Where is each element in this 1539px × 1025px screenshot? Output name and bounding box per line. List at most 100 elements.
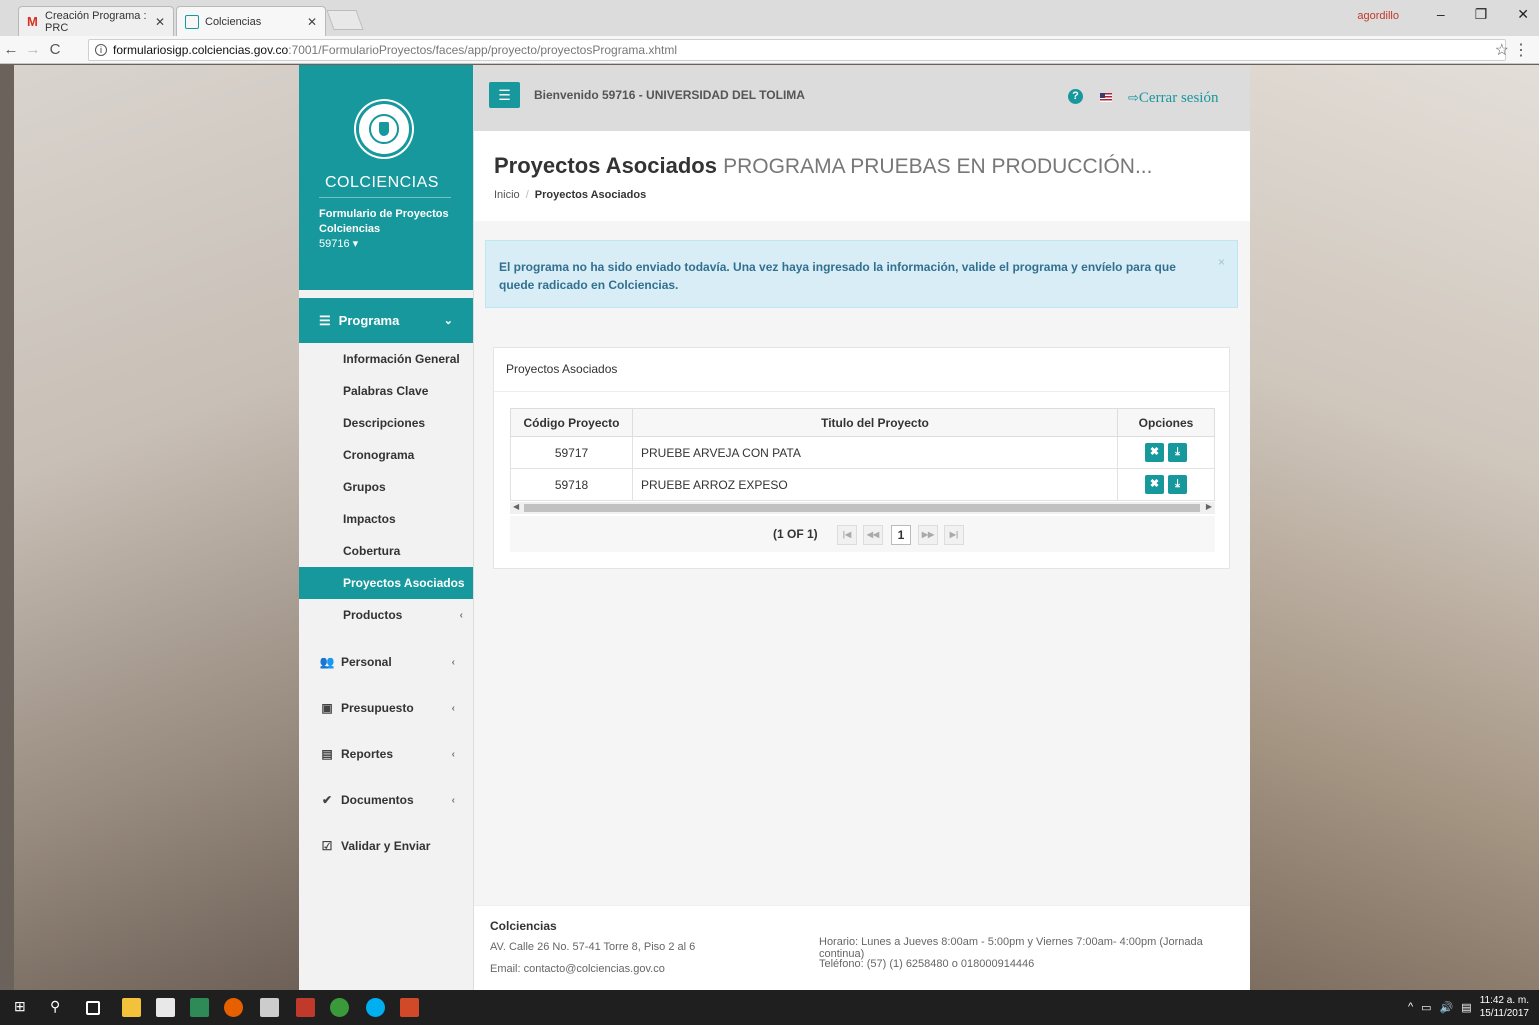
- task-view-icon[interactable]: [86, 1001, 100, 1015]
- sidebar-group-reportes[interactable]: ▤ Reportes ‹: [299, 731, 473, 777]
- next-page-icon[interactable]: ▶▶: [918, 525, 938, 545]
- browser-menu-icon[interactable]: ⋮: [1513, 40, 1529, 60]
- chevron-left-icon: ‹: [451, 656, 455, 668]
- forward-icon[interactable]: →: [22, 41, 44, 58]
- windows-start-icon[interactable]: ⊞: [14, 998, 33, 1017]
- tray-chevron-icon[interactable]: ^: [1408, 1001, 1413, 1013]
- footer-phone: Teléfono: (57) (1) 6258480 o 01800091444…: [819, 958, 1035, 970]
- user-info: Formulario de Proyectos Colciencias 5971…: [319, 207, 449, 252]
- sidebar-menu: ☰ Programa ⌄ Información General Palabra…: [299, 290, 473, 869]
- page-number-button[interactable]: 1: [891, 525, 911, 545]
- first-page-icon[interactable]: |◀: [837, 525, 857, 545]
- horizontal-scrollbar[interactable]: ◀ ▶: [510, 502, 1215, 514]
- page-title-main: Proyectos Asociados: [494, 153, 717, 178]
- sidebar-item-productos[interactable]: Productos ‹: [299, 599, 473, 631]
- powerpoint-icon[interactable]: [400, 998, 419, 1017]
- clock[interactable]: 11:42 a. m. 15/11/2017: [1480, 994, 1529, 1020]
- brand-name: COLCIENCIAS: [325, 174, 439, 191]
- cell-title: PRUEBE ARROZ EXPESO: [632, 468, 1118, 501]
- chevron-left-icon: ‹: [451, 748, 455, 760]
- chrome-icon[interactable]: [330, 998, 349, 1017]
- table-row: 59718 PRUEBE ARROZ EXPESO ✖ ⤓: [510, 468, 1215, 501]
- calculator-icon[interactable]: [260, 998, 279, 1017]
- close-icon[interactable]: ✕: [155, 15, 165, 29]
- minimize-icon[interactable]: –: [1437, 6, 1445, 23]
- scrollbar-thumb[interactable]: [524, 504, 1200, 512]
- url-input[interactable]: i formulariosigp.colciencias.gov.co :700…: [88, 39, 1506, 61]
- reload-icon[interactable]: C: [44, 41, 66, 58]
- background-photo-right: [1250, 65, 1539, 990]
- scroll-right-icon[interactable]: ▶: [1206, 502, 1212, 511]
- firefox-icon[interactable]: [224, 998, 243, 1017]
- excel-icon[interactable]: [190, 998, 209, 1017]
- url-host: formulariosigp.colciencias.gov.co: [113, 43, 289, 57]
- clock-date: 15/11/2017: [1479, 1008, 1529, 1019]
- sidebar-section-programa[interactable]: ☰ Programa ⌄: [299, 298, 473, 343]
- sidebar-group-documentos[interactable]: ✔ Documentos ‹: [299, 777, 473, 823]
- alert-close-button[interactable]: ×: [1218, 253, 1225, 271]
- sidebar-item-impactos[interactable]: Impactos: [299, 503, 473, 535]
- breadcrumb-home[interactable]: Inicio: [494, 189, 520, 201]
- back-icon[interactable]: ←: [0, 41, 22, 58]
- sidebar-item-cobertura[interactable]: Cobertura: [299, 535, 473, 567]
- footer: Colciencias AV. Calle 26 No. 57-41 Torre…: [474, 905, 1250, 990]
- url-path: :7001/FormularioProyectos/faces/app/proy…: [288, 43, 678, 57]
- browser-tab-strip: M Creación Programa : PRC ✕ Colciencias …: [0, 0, 1539, 36]
- download-button[interactable]: ⤓: [1168, 443, 1187, 462]
- sidebar-item-cronograma[interactable]: Cronograma: [299, 439, 473, 471]
- sidebar-item-proyectos-asociados[interactable]: Proyectos Asociados: [299, 567, 473, 599]
- chevron-left-icon: ‹: [451, 702, 455, 714]
- search-icon[interactable]: ⚲: [50, 998, 69, 1017]
- breadcrumb-current: Proyectos Asociados: [534, 189, 647, 201]
- section-label: Programa: [338, 313, 400, 328]
- download-button[interactable]: ⤓: [1168, 475, 1187, 494]
- hamburger-menu-button[interactable]: ☰: [489, 82, 520, 108]
- info-icon[interactable]: i: [95, 44, 107, 56]
- store-icon[interactable]: [156, 998, 175, 1017]
- group-label: Validar y Enviar: [341, 839, 431, 853]
- sidebar-group-presupuesto[interactable]: ▣ Presupuesto ‹: [299, 685, 473, 731]
- sidebar-group-personal[interactable]: 👥 Personal ‹: [299, 639, 473, 685]
- delete-button[interactable]: ✖: [1145, 475, 1164, 494]
- logout-link[interactable]: ⇨Cerrar sesión: [1128, 90, 1218, 107]
- user-id-dropdown[interactable]: 59716 ▾: [319, 237, 449, 252]
- browser-tab-gmail[interactable]: M Creación Programa : PRC ✕: [18, 6, 174, 36]
- column-header-code[interactable]: Código Proyecto: [510, 408, 633, 437]
- app-icon[interactable]: [296, 998, 315, 1017]
- volume-icon[interactable]: 🔊: [1440, 1001, 1454, 1014]
- new-tab-button[interactable]: [326, 10, 364, 30]
- main-content: ☰ Bienvenido 59716 - UNIVERSIDAD DEL TOL…: [474, 65, 1250, 990]
- sign-out-icon: ⇨: [1128, 90, 1139, 105]
- alert-text: El programa no ha sido enviado todavía. …: [499, 260, 1176, 292]
- browser-tab-colciencias[interactable]: Colciencias ✕: [176, 6, 326, 36]
- sidebar-item-descripciones[interactable]: Descripciones: [299, 407, 473, 439]
- network-icon[interactable]: ▭: [1421, 1001, 1431, 1014]
- notifications-icon[interactable]: ▤: [1461, 1001, 1471, 1014]
- page-favicon-icon: [185, 14, 199, 29]
- profile-name[interactable]: agordillo: [1357, 10, 1399, 22]
- sidebar-item-informacion-general[interactable]: Información General: [299, 343, 473, 375]
- sidebar-item-grupos[interactable]: Grupos: [299, 471, 473, 503]
- last-page-icon[interactable]: ▶|: [944, 525, 964, 545]
- delete-button[interactable]: ✖: [1145, 443, 1164, 462]
- close-window-icon[interactable]: ✕: [1517, 6, 1529, 23]
- close-icon[interactable]: ✕: [307, 15, 317, 29]
- help-icon[interactable]: ?: [1068, 89, 1083, 104]
- skype-icon[interactable]: [366, 998, 385, 1017]
- footer-address: AV. Calle 26 No. 57-41 Torre 8, Piso 2 a…: [490, 941, 696, 953]
- us-flag-icon[interactable]: [1100, 93, 1112, 102]
- restore-icon[interactable]: ❐: [1475, 6, 1488, 23]
- chevron-down-icon: ⌄: [443, 315, 453, 327]
- system-tray: ^ ▭ 🔊 ▤ 11:42 a. m. 15/11/2017: [1408, 994, 1529, 1020]
- sidebar-group-validar-enviar[interactable]: ☑ Validar y Enviar: [299, 823, 473, 869]
- list-icon: ☰: [319, 312, 331, 328]
- prev-page-icon[interactable]: ◀◀: [863, 525, 883, 545]
- page-header: Proyectos Asociados PROGRAMA PRUEBAS EN …: [474, 131, 1250, 221]
- file-explorer-icon[interactable]: [122, 998, 141, 1017]
- bookmark-star-icon[interactable]: ☆: [1495, 40, 1509, 60]
- group-label: Documentos: [341, 793, 414, 807]
- column-header-title[interactable]: Titulo del Proyecto: [632, 408, 1118, 437]
- footer-org: Colciencias: [490, 919, 557, 933]
- sidebar-item-palabras-clave[interactable]: Palabras Clave: [299, 375, 473, 407]
- scroll-left-icon[interactable]: ◀: [513, 502, 519, 511]
